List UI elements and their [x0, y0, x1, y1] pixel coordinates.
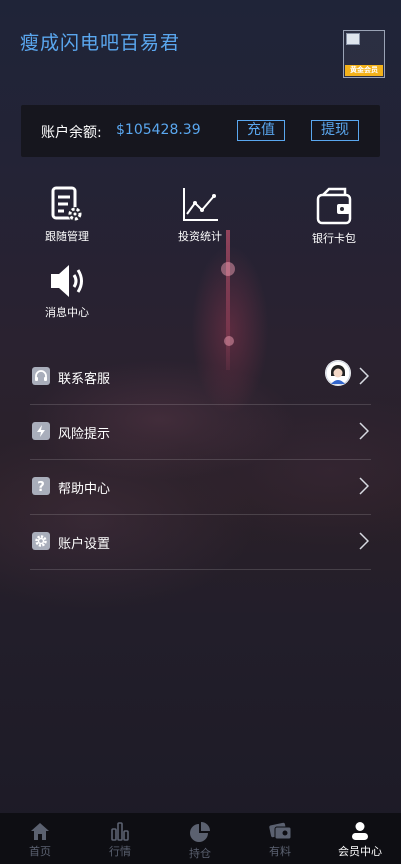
grid-item-message-center[interactable]: 消息中心	[22, 262, 112, 320]
tab-market[interactable]: 行情	[80, 813, 160, 864]
page-title: 瘦成闪电吧百易君	[20, 32, 181, 54]
wallet-icon	[316, 187, 352, 225]
balance-label: 账户余额:	[41, 125, 102, 141]
menu-label: 帮助中心	[58, 482, 111, 497]
lightning-icon	[32, 422, 50, 440]
menu-label: 联系客服	[58, 372, 111, 387]
chevron-right-icon	[359, 367, 369, 385]
withdraw-button[interactable]: 提现	[311, 120, 359, 141]
chevron-right-icon	[359, 477, 369, 495]
tab-insights[interactable]: 有料	[240, 813, 320, 864]
menu-item-contact-service[interactable]: 联系客服	[30, 349, 371, 405]
tab-home[interactable]: 首页	[0, 813, 80, 864]
menu-item-account-settings[interactable]: 账户设置	[30, 514, 371, 570]
menu-item-help-center[interactable]: ? 帮助中心	[30, 459, 371, 515]
chevron-right-icon	[359, 532, 369, 550]
grid-label: 投资统计	[178, 230, 222, 243]
menu-label: 账户设置	[58, 537, 111, 552]
grid-item-investment-stats[interactable]: 投资统计	[155, 186, 245, 244]
grid-label: 跟随管理	[45, 230, 89, 243]
background-light	[221, 262, 235, 276]
menu-label: 风险提示	[58, 427, 111, 442]
cards-icon	[269, 822, 292, 840]
pie-icon	[190, 822, 210, 842]
user-icon	[352, 822, 368, 840]
menu-item-risk-warning[interactable]: 风险提示	[30, 404, 371, 460]
grid-item-bank-cards[interactable]: 银行卡包	[289, 186, 379, 246]
tab-member-center[interactable]: 会员中心	[320, 813, 400, 864]
service-agent-avatar	[325, 360, 351, 386]
tab-label: 有料	[269, 845, 291, 858]
grid-label: 银行卡包	[312, 232, 356, 245]
document-gear-icon	[51, 186, 82, 221]
home-icon	[31, 823, 49, 840]
broken-image-icon	[346, 33, 360, 45]
tab-label: 行情	[109, 845, 131, 858]
svg-text:?: ?	[37, 480, 45, 495]
grid-item-follow-manage[interactable]: 跟随管理	[22, 186, 112, 244]
vip-badge: 黄金会员	[345, 65, 383, 76]
avatar[interactable]: 黄金会员	[343, 30, 385, 78]
tab-label: 持仓	[189, 847, 211, 860]
tab-label: 会员中心	[338, 845, 382, 858]
speaker-icon	[51, 265, 83, 297]
background-light	[224, 336, 234, 346]
line-chart-icon	[183, 188, 218, 221]
balance-card: 账户余额: $105428.39 充值 提现	[21, 105, 380, 157]
headset-icon	[32, 367, 50, 385]
recharge-button[interactable]: 充值	[237, 120, 285, 141]
bottom-tab-bar: 首页 行情 持仓 有料 会员中心	[0, 813, 401, 864]
tab-label: 首页	[29, 845, 51, 858]
gear-icon	[32, 532, 50, 550]
balance-value: $105428.39	[116, 122, 201, 138]
chevron-right-icon	[359, 422, 369, 440]
tab-positions[interactable]: 持仓	[160, 813, 240, 864]
question-icon: ?	[32, 477, 50, 495]
grid-label: 消息中心	[45, 306, 89, 319]
bars-icon	[111, 822, 129, 841]
